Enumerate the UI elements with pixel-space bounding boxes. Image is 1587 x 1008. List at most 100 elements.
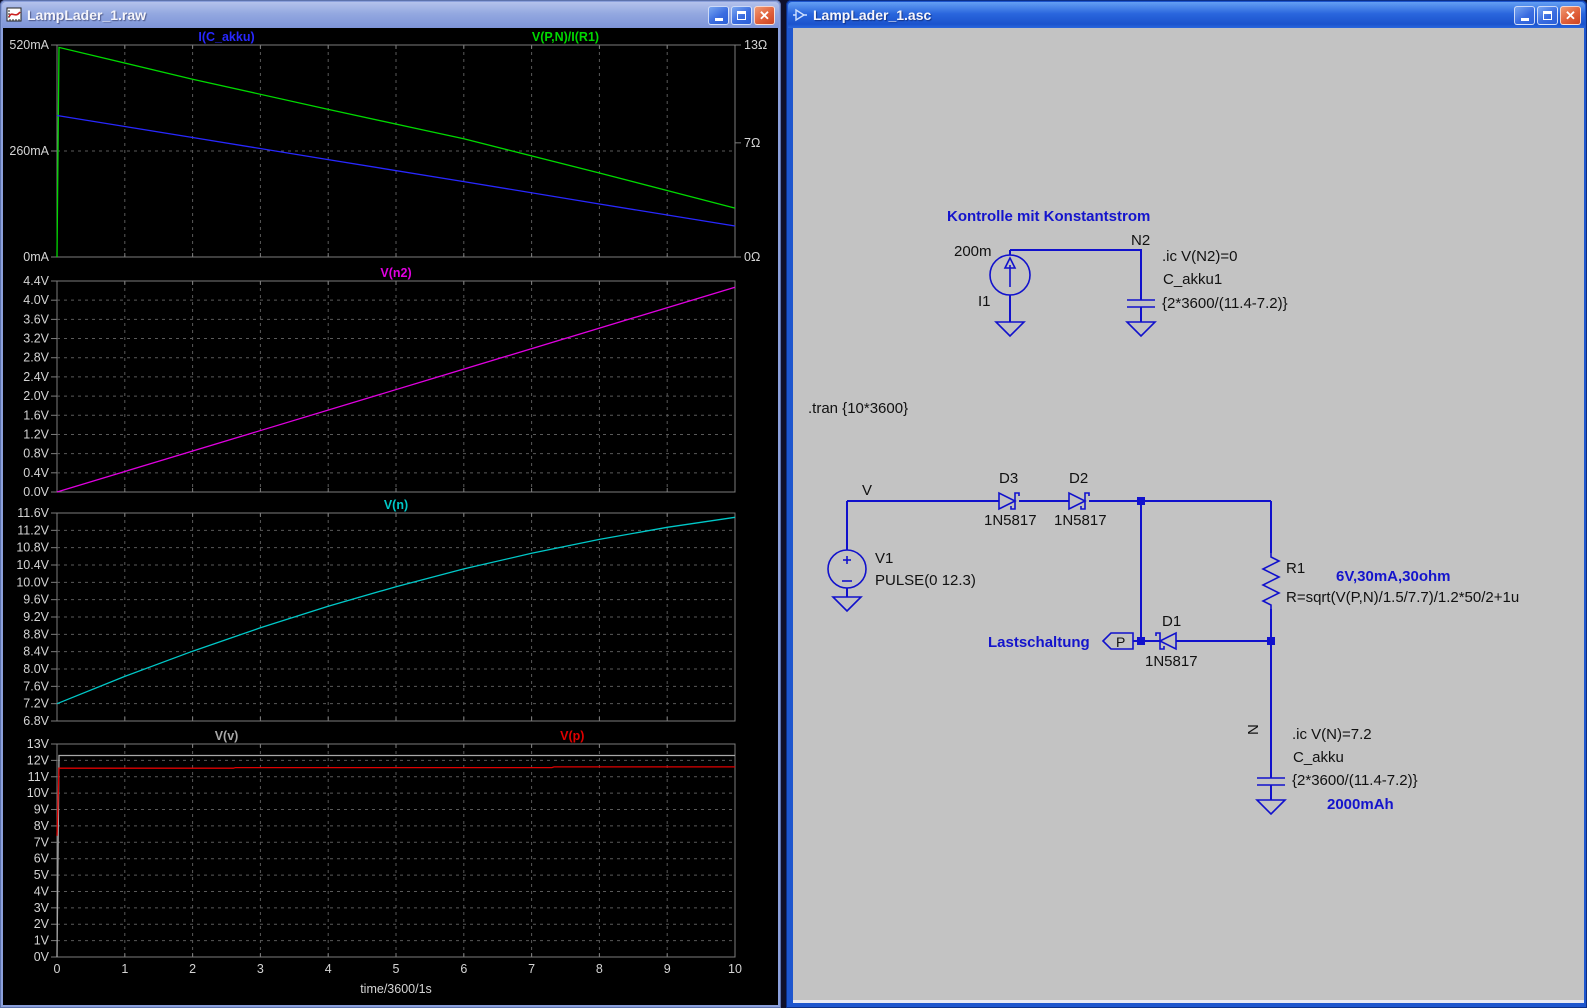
svg-text:7.6V: 7.6V	[23, 679, 49, 693]
svg-text:2.4V: 2.4V	[23, 370, 49, 384]
capacitor-c-akku1-symbol[interactable]	[1127, 299, 1155, 322]
d3-name-label[interactable]: D3	[999, 470, 1018, 487]
svg-text:11V: 11V	[28, 770, 50, 784]
svg-text:10.8V: 10.8V	[16, 541, 49, 555]
d1-name-label[interactable]: D1	[1162, 613, 1181, 630]
cap1-value-label[interactable]: {2*3600/(11.4-7.2)}	[1162, 295, 1288, 312]
svg-text:3V: 3V	[34, 901, 50, 915]
svg-text:4.4V: 4.4V	[23, 274, 49, 288]
r1-comment-label[interactable]: 6V,30mA,30ohm	[1336, 568, 1451, 585]
svg-text:V(n2): V(n2)	[380, 266, 411, 280]
svg-text:6V: 6V	[34, 852, 50, 866]
v1-name-label[interactable]: V1	[875, 550, 893, 567]
schematic-window-titlebar[interactable]: LampLader_1.asc ✕	[788, 2, 1585, 28]
svg-text:13V: 13V	[27, 737, 50, 751]
close-button[interactable]: ✕	[1560, 5, 1581, 25]
node-label-n2[interactable]: N2	[1131, 232, 1150, 249]
ground-icon[interactable]	[1125, 321, 1157, 338]
cap1-name-label[interactable]: C_akku1	[1163, 271, 1222, 288]
r1-name-label[interactable]: R1	[1286, 560, 1305, 577]
svg-text:0mA: 0mA	[23, 250, 49, 264]
diode-d3-symbol[interactable]	[998, 491, 1020, 511]
node-label-n[interactable]: N	[1245, 724, 1262, 735]
svg-text:260mA: 260mA	[9, 144, 49, 158]
svg-text:12V: 12V	[27, 753, 50, 767]
svg-text:9.6V: 9.6V	[23, 593, 49, 607]
tran-directive[interactable]: .tran {10*3600}	[808, 400, 908, 417]
d2-value-label[interactable]: 1N5817	[1054, 512, 1107, 529]
svg-text:9V: 9V	[34, 803, 50, 817]
svg-text:V(n): V(n)	[384, 498, 408, 512]
svg-text:11.2V: 11.2V	[17, 523, 49, 537]
d1-value-label[interactable]: 1N5817	[1145, 653, 1198, 670]
current-source-i1-symbol[interactable]	[989, 250, 1031, 322]
ground-icon[interactable]	[831, 596, 863, 613]
p-port-label[interactable]: P	[1116, 634, 1125, 650]
node-label-v[interactable]: V	[862, 482, 872, 499]
svg-text:10.4V: 10.4V	[16, 558, 49, 572]
junction-dot	[1267, 637, 1275, 645]
cap2-comment-label[interactable]: 2000mAh	[1327, 796, 1394, 813]
svg-text:0.0V: 0.0V	[23, 485, 49, 499]
i1-name-label[interactable]: I1	[978, 293, 991, 310]
svg-text:time/3600/1s: time/3600/1s	[360, 982, 432, 996]
svg-text:10: 10	[728, 962, 742, 976]
svg-text:1V: 1V	[34, 934, 50, 948]
capacitor-c-akku-symbol[interactable]	[1257, 777, 1285, 800]
minimize-icon	[1520, 17, 1529, 21]
svg-text:10V: 10V	[27, 786, 50, 800]
waveform-plot-area[interactable]: 520mA 260mA 0mA 13Ω 7Ω 0Ω I(C_akku) V(P,N)/I(R1…	[0, 0, 781, 1008]
maximize-button[interactable]	[1537, 5, 1558, 25]
comment-konstantstrom[interactable]: Kontrolle mit Konstantstrom	[947, 208, 1150, 225]
svg-text:8V: 8V	[34, 819, 50, 833]
svg-text:3.2V: 3.2V	[23, 332, 49, 346]
svg-text:0V: 0V	[34, 950, 50, 964]
svg-text:3.6V: 3.6V	[23, 312, 49, 326]
svg-text:11.6V: 11.6V	[17, 506, 49, 520]
svg-text:520mA: 520mA	[9, 38, 49, 52]
svg-text:1.2V: 1.2V	[23, 427, 49, 441]
svg-text:4: 4	[325, 962, 332, 976]
comment-lastschaltung[interactable]: Lastschaltung	[988, 634, 1090, 651]
d2-name-label[interactable]: D2	[1069, 470, 1088, 487]
svg-text:2V: 2V	[34, 917, 50, 931]
svg-text:2: 2	[189, 962, 196, 976]
i1-value-label[interactable]: 200m	[954, 243, 992, 260]
svg-text:6: 6	[460, 962, 467, 976]
svg-text:7V: 7V	[34, 835, 50, 849]
svg-text:V(P,N)/I(R1): V(P,N)/I(R1)	[532, 30, 599, 44]
diode-d1-symbol[interactable]	[1155, 631, 1177, 651]
desktop: LampLader_1.raw ✕ 520mA 260mA 0mA 13Ω 7Ω 0Ω I(…	[0, 0, 1587, 1008]
svg-text:9: 9	[664, 962, 671, 976]
cap2-name-label[interactable]: C_akku	[1293, 749, 1344, 766]
svg-text:8: 8	[596, 962, 603, 976]
svg-text:1.6V: 1.6V	[23, 408, 49, 422]
r1-value-label[interactable]: R=sqrt(V(P,N)/1.5/7.7)/1.2*50/2+1u	[1286, 589, 1519, 606]
voltage-source-v1-symbol[interactable]	[827, 501, 867, 597]
svg-text:2.8V: 2.8V	[23, 351, 49, 365]
ic-n-directive[interactable]: .ic V(N)=7.2	[1292, 726, 1372, 743]
svg-text:7Ω: 7Ω	[744, 136, 760, 150]
schematic-canvas[interactable]: Kontrolle mit Konstantstrom 200m I1 N2 .…	[793, 30, 1584, 1003]
schematic-app-icon	[793, 8, 807, 22]
ground-icon[interactable]	[1255, 799, 1287, 816]
v1-value-label[interactable]: PULSE(0 12.3)	[875, 572, 976, 589]
svg-text:5V: 5V	[34, 868, 50, 882]
svg-text:5: 5	[393, 962, 400, 976]
minimize-button[interactable]	[1514, 5, 1535, 25]
svg-text:0: 0	[54, 962, 61, 976]
svg-text:10.0V: 10.0V	[16, 575, 49, 589]
ic-n2-directive[interactable]: .ic V(N2)=0	[1162, 248, 1237, 265]
cap2-value-label[interactable]: {2*3600/(11.4-7.2)}	[1292, 772, 1418, 789]
svg-text:0.8V: 0.8V	[23, 447, 49, 461]
d3-value-label[interactable]: 1N5817	[984, 512, 1037, 529]
svg-text:13Ω: 13Ω	[744, 38, 767, 52]
svg-text:7: 7	[528, 962, 535, 976]
svg-text:3: 3	[257, 962, 264, 976]
ground-icon[interactable]	[994, 321, 1026, 338]
diode-d2-symbol[interactable]	[1068, 491, 1090, 511]
close-icon: ✕	[1565, 7, 1576, 23]
resistor-r1-symbol[interactable]	[1261, 553, 1281, 609]
svg-text:0Ω: 0Ω	[744, 250, 760, 264]
schematic-window-title: LampLader_1.asc	[813, 7, 932, 23]
